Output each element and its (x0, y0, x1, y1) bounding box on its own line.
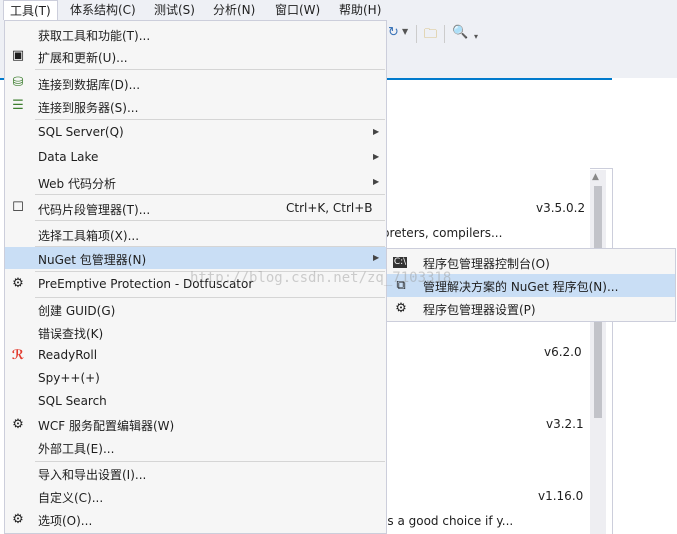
menu-item-label: 选项(O)... (38, 514, 93, 528)
menu-item-label: NuGet 包管理器(N) (38, 253, 147, 267)
menu-item-label: WCF 服务配置编辑器(W) (38, 419, 175, 433)
watermark: http://blog.csdn.net/zq_7103318 (190, 270, 452, 286)
redo-icon[interactable]: ↻ (388, 25, 399, 40)
menu-tools[interactable]: 工具(T) (3, 0, 58, 21)
menu-item-label: 获取工具和功能(T)... (38, 29, 151, 43)
gear-icon: ⚙ (395, 301, 407, 316)
menu-architecture[interactable]: 体系结构(C) (64, 0, 142, 20)
menu-item-external-tools[interactable]: 外部工具(E)... (5, 436, 386, 459)
menu-item-create-guid[interactable]: 创建 GUID(G) (5, 298, 386, 321)
menu-item-data-lake[interactable]: Data Lake ▶ (5, 145, 386, 169)
menu-item-label: Spy++(+) (38, 371, 100, 385)
menu-item-spy[interactable]: Spy++(+) (5, 367, 386, 390)
menu-separator (35, 69, 385, 70)
menu-item-label: SQL Search (38, 394, 107, 408)
menu-item-label: 连接到服务器(S)... (38, 101, 139, 115)
menu-item-extensions[interactable]: ▣ 扩展和更新(U)... (5, 45, 386, 67)
readyroll-icon: ℛ (11, 348, 25, 363)
database-connect-icon: ⛁ (12, 75, 24, 90)
snippet-icon: ☐ (12, 200, 24, 215)
menu-item-label: SQL Server(Q) (38, 125, 124, 139)
find-in-files-icon[interactable]: 🗀 (424, 25, 437, 47)
menu-item-label: Data Lake (38, 150, 99, 164)
gear-outline-icon: ⚙ (12, 276, 24, 291)
menu-item-options[interactable]: ⚙ 选项(O)... (5, 508, 386, 531)
menu-item-label: 外部工具(E)... (38, 442, 115, 456)
overflow-icon[interactable]: ▾ (474, 32, 478, 41)
package-version: v3.2.1 (546, 417, 584, 431)
menu-help[interactable]: 帮助(H) (333, 0, 387, 20)
submenu-arrow-icon: ▶ (373, 253, 380, 262)
menu-item-label: 选择工具箱项(X)... (38, 229, 140, 243)
menu-item-get-tools[interactable]: 获取工具和功能(T)... (5, 23, 386, 45)
package-description: es a good choice if y... (380, 514, 514, 528)
menu-item-readyroll[interactable]: ℛ ReadyRoll (5, 344, 386, 367)
menu-item-code-snippets[interactable]: ☐ 代码片段管理器(T)... Ctrl+K, Ctrl+B (5, 196, 386, 220)
menu-item-label: 自定义(C)... (38, 491, 104, 505)
menu-analyze[interactable]: 分析(N) (207, 0, 261, 20)
submenu-arrow-icon: ▶ (373, 152, 380, 161)
menu-separator (35, 220, 385, 221)
menu-item-nuget-package-manager[interactable]: NuGet 包管理器(N) ▶ (5, 247, 386, 269)
submenu-arrow-icon: ▶ (373, 177, 380, 186)
submenu-arrow-icon: ▶ (373, 127, 380, 136)
scroll-up-icon[interactable]: ▲ (592, 172, 599, 182)
menu-test[interactable]: 测试(S) (148, 0, 201, 20)
menu-item-choose-toolbox[interactable]: 选择工具箱项(X)... (5, 222, 386, 246)
menu-item-customize[interactable]: 自定义(C)... (5, 485, 386, 508)
wcf-gear-icon: ⚙ (12, 417, 24, 432)
details-pane (612, 168, 677, 534)
menu-item-label: 创建 GUID(G) (38, 304, 116, 318)
search-icon[interactable]: 🔍 (452, 25, 468, 40)
gear-icon: ⚙ (12, 512, 24, 527)
menu-item-wcf-config-editor[interactable]: ⚙ WCF 服务配置编辑器(W) (5, 413, 386, 436)
server-connect-icon: ☰ (12, 98, 24, 113)
menu-bar: 工具(T) 体系结构(C) 测试(S) 分析(N) 窗口(W) 帮助(H) (0, 0, 677, 21)
toolbar-divider (444, 25, 445, 43)
menu-window[interactable]: 窗口(W) (269, 0, 326, 20)
menu-item-shortcut: Ctrl+K, Ctrl+B (286, 201, 373, 215)
submenu-item-package-manager-settings[interactable]: ⚙ 程序包管理器设置(P) (387, 297, 675, 320)
chevron-down-icon[interactable]: ▼ (402, 27, 408, 36)
menu-item-label: 错误查找(K) (38, 327, 104, 341)
menu-item-label: 程序包管理器设置(P) (423, 303, 536, 317)
extensions-icon: ▣ (11, 48, 25, 63)
package-version: v1.16.0 (538, 489, 584, 503)
menu-item-sql-search[interactable]: SQL Search (5, 390, 386, 413)
menu-item-error-lookup[interactable]: 错误查找(K) (5, 321, 386, 344)
menu-item-import-export-settings[interactable]: 导入和导出设置(I)... (5, 462, 386, 485)
toolbar-divider (416, 25, 417, 43)
menu-item-connect-database[interactable]: ⛁ 连接到数据库(D)... (5, 72, 386, 94)
menu-item-connect-server[interactable]: ☰ 连接到服务器(S)... (5, 95, 386, 117)
menu-item-label: 代码片段管理器(T)... (38, 203, 151, 217)
console-icon: C:\ (393, 257, 407, 268)
menu-separator (35, 194, 385, 195)
menu-item-label: 连接到数据库(D)... (38, 78, 141, 92)
menu-item-web-code-analysis[interactable]: Web 代码分析 ▶ (5, 170, 386, 194)
menu-item-label: 导入和导出设置(I)... (38, 468, 147, 482)
menu-item-sql-server[interactable]: SQL Server(Q) ▶ (5, 120, 386, 144)
menu-item-label: ReadyRoll (38, 348, 98, 362)
package-version: v6.2.0 (544, 345, 582, 359)
package-version: v3.5.0.2 (536, 201, 586, 215)
menu-item-label: 管理解决方案的 NuGet 程序包(N)... (423, 280, 619, 294)
menu-item-label: Web 代码分析 (38, 177, 116, 191)
menu-item-label: 扩展和更新(U)... (38, 51, 128, 65)
package-description: rpreters, compilers... (377, 226, 503, 240)
